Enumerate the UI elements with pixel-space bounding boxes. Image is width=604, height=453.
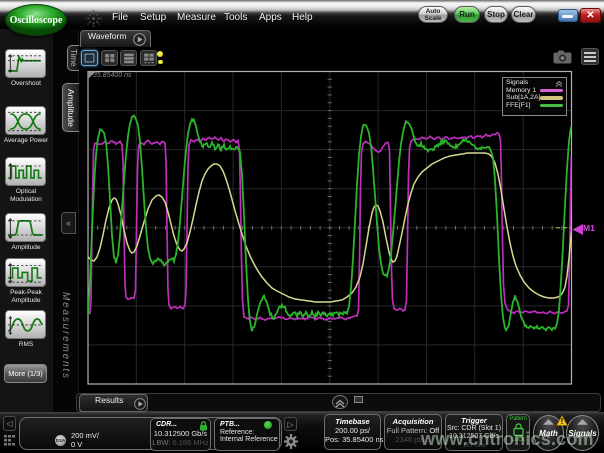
svg-text:!: ! [561, 417, 564, 426]
